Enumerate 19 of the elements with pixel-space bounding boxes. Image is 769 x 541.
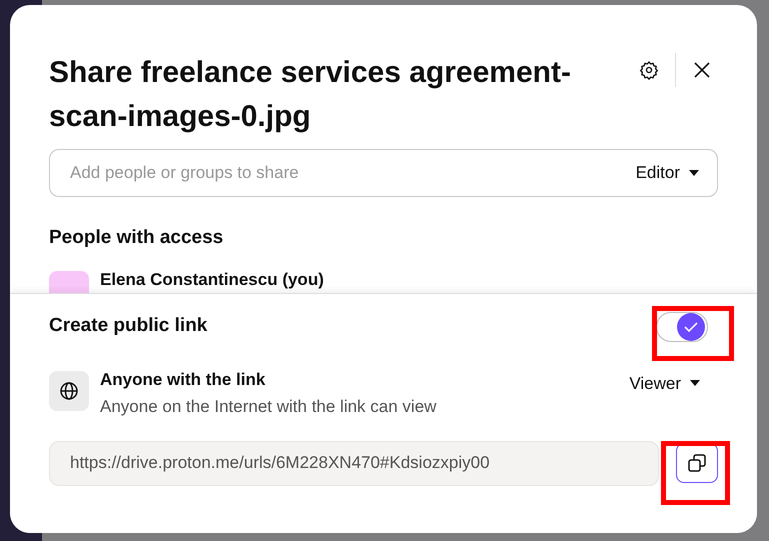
- toggle-switch[interactable]: [656, 312, 708, 342]
- link-url-field: https://drive.proton.me/urls/6M228XN470#Kdsiozxpiy00: [49, 440, 659, 486]
- link-access-description: Anyone on the Internet with the link can view: [100, 396, 436, 418]
- copy-icon: [688, 454, 706, 472]
- globe-icon: [59, 380, 79, 400]
- link-role-dropdown[interactable]: Viewer: [629, 370, 700, 396]
- link-access-title: Anyone with the link: [100, 368, 266, 390]
- role-dropdown[interactable]: Editor: [636, 160, 699, 186]
- member-name: Elena Constantinescu (you): [100, 268, 324, 290]
- invite-field[interactable]: Add people or groups to share Editor: [49, 149, 718, 197]
- caret-icon: [689, 170, 699, 176]
- section-heading: People with access: [49, 226, 224, 250]
- caret-icon: [690, 380, 700, 386]
- copy-button[interactable]: [676, 443, 718, 483]
- close-icon: [693, 61, 711, 79]
- dialog-title: Share freelance services agreement-scan-images-0.jpg: [49, 55, 572, 135]
- settings-icon: [639, 60, 659, 80]
- check-icon: [684, 322, 698, 332]
- public-link-label: Create public link: [49, 314, 208, 338]
